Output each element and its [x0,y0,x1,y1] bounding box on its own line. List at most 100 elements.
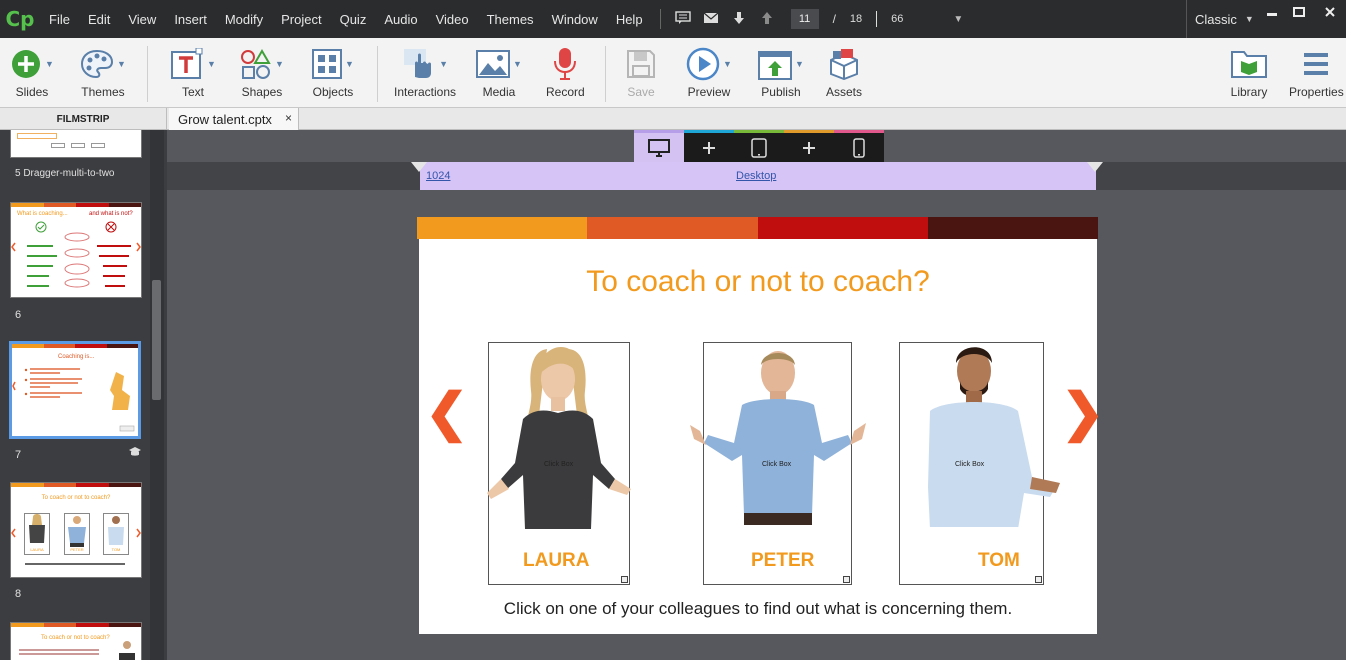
record-button[interactable]: Record [546,44,585,99]
publish-icon [758,51,792,80]
menu-bar: Cp File Edit View Insert Modify Project … [0,0,1346,38]
person-name-peter: PETER [751,550,815,571]
comment-icon[interactable] [672,10,694,28]
filmstrip-header: FILMSTRIP [0,108,167,130]
workspace-switcher[interactable]: Classic ▼ [1186,0,1254,38]
slide-thumbnail-7[interactable]: Coaching is... [9,341,141,439]
person-card-laura[interactable]: Click Box LAURA [487,342,631,585]
breakpoint-left-handle[interactable] [411,162,427,172]
document-tab[interactable]: Grow talent.cptx × [169,108,299,130]
publish-button[interactable]: ▼ Publish [758,44,804,99]
resize-handle-icon[interactable] [843,576,850,583]
shapes-button[interactable]: ▼ Shapes [240,44,284,99]
menu-insert[interactable]: Insert [165,12,216,27]
click-box-label-tom: Click Box [955,461,985,468]
laura-photo [487,347,631,529]
pager-divider [876,11,878,27]
slide-6-title-right: and what is not? [89,211,133,217]
menu-window[interactable]: Window [543,12,607,27]
menu-modify[interactable]: Modify [216,12,272,27]
zoom-dropdown-icon[interactable]: ▼ [953,14,963,25]
breakpoint-name[interactable]: Desktop [736,170,776,182]
maximize-icon[interactable] [1283,0,1315,24]
slide-title[interactable]: To coach or not to coach? [419,265,1097,299]
mail-icon[interactable] [700,11,722,27]
assets-button[interactable]: Assets [826,44,862,99]
previous-arrow[interactable]: ❮ [425,387,469,439]
close-icon[interactable] [1314,0,1346,24]
objects-icon [312,49,342,79]
slide-canvas[interactable]: To coach or not to coach? ❮ ❯ Click Box … [417,217,1105,634]
tab-strip: FILMSTRIP Grow talent.cptx × [0,108,1346,130]
person-card-tom[interactable]: Click Box TOM [899,342,1060,585]
toolbar-separator [147,46,148,102]
slide-thumbnail-5[interactable] [10,130,142,158]
slide-9-title: To coach or not to coach? [41,635,110,641]
slides-button[interactable]: ▼ Slides [10,44,54,99]
menu-view[interactable]: View [119,12,165,27]
interactions-label: Interactions [394,85,457,99]
slide-header-color-bar [417,217,1098,239]
properties-button[interactable]: Properties [1289,44,1344,99]
resize-handle-icon[interactable] [621,576,628,583]
filmstrip-panel: 5 Dragger-multi-to-two What is coaching.… [0,130,167,660]
slide-8-number: 8 [15,588,22,600]
properties-label: Properties [1289,85,1344,99]
menu-help[interactable]: Help [607,12,652,27]
slide-8-name-2: PETER [70,547,84,552]
chevron-down-icon: ▼ [1244,14,1254,24]
chevron-down-icon: ▼ [117,59,126,69]
add-breakpoint-button-2[interactable] [784,130,834,162]
image-icon [476,50,510,78]
slide-thumbnail-8[interactable]: To coach or not to coach? LAURA PETER TO… [10,482,142,578]
menu-themes[interactable]: Themes [478,12,543,27]
menu-file[interactable]: File [40,12,79,27]
document-tab-label: Grow talent.cptx [178,111,272,127]
menu-quiz[interactable]: Quiz [331,12,376,27]
record-label: Record [546,85,585,99]
breakpoint-width[interactable]: 1024 [426,170,450,182]
menu-project[interactable]: Project [272,12,330,27]
save-button[interactable]: Save [626,44,656,99]
chevron-down-icon: ▼ [513,59,522,69]
library-label: Library [1230,85,1268,99]
menu-edit[interactable]: Edit [79,12,119,27]
mobile-icon [853,137,865,158]
text-button[interactable]: ▼ Text [170,44,216,99]
preview-button[interactable]: ▼ Preview [686,44,732,99]
objects-button[interactable]: ▼ Objects [312,44,354,99]
slide-instruction-caption[interactable]: Click on one of your colleagues to find … [419,599,1097,619]
desktop-view-button[interactable] [634,130,684,162]
toolbar-separator [377,46,378,102]
resize-handle-icon[interactable] [1035,576,1042,583]
slide-thumbnail-6[interactable]: What is coaching... and what is not? [10,202,142,298]
close-tab-icon[interactable]: × [285,111,292,125]
plus-icon [803,141,815,154]
tablet-view-button[interactable] [734,130,784,162]
mobile-view-button[interactable] [834,130,884,162]
menu-audio[interactable]: Audio [375,12,426,27]
filmstrip-scroll-thumb[interactable] [152,280,161,400]
media-button[interactable]: ▼ Media [476,44,522,99]
shapes-icon [241,49,271,79]
peter-photo [690,351,866,525]
slide-6-number: 6 [15,309,22,321]
slide-5-caption: 5 Dragger-multi-to-two [15,168,115,179]
slide-thumbnail-9[interactable]: To coach or not to coach? [10,622,142,660]
slide-8-title: To coach or not to coach? [41,495,111,501]
add-breakpoint-button[interactable] [684,130,734,162]
person-name-tom: TOM [978,550,1020,571]
breakpoint-right-handle[interactable] [1087,162,1103,172]
themes-button[interactable]: ▼ Themes [80,44,126,99]
pager-separator: / [832,12,836,26]
library-button[interactable]: Library [1230,44,1268,99]
person-card-peter[interactable]: Click Box PETER [690,342,866,585]
interactions-button[interactable]: ▼ Interactions [394,44,456,99]
breakpoint-range-bar[interactable]: 1024 Desktop [420,162,1096,190]
menu-video[interactable]: Video [427,12,478,27]
arrow-down-icon[interactable] [728,11,750,28]
arrow-up-icon[interactable] [756,11,778,28]
zoom-value[interactable]: 66 [891,13,903,25]
current-slide-input[interactable]: 11 [790,9,819,29]
assets-icon [830,49,858,80]
